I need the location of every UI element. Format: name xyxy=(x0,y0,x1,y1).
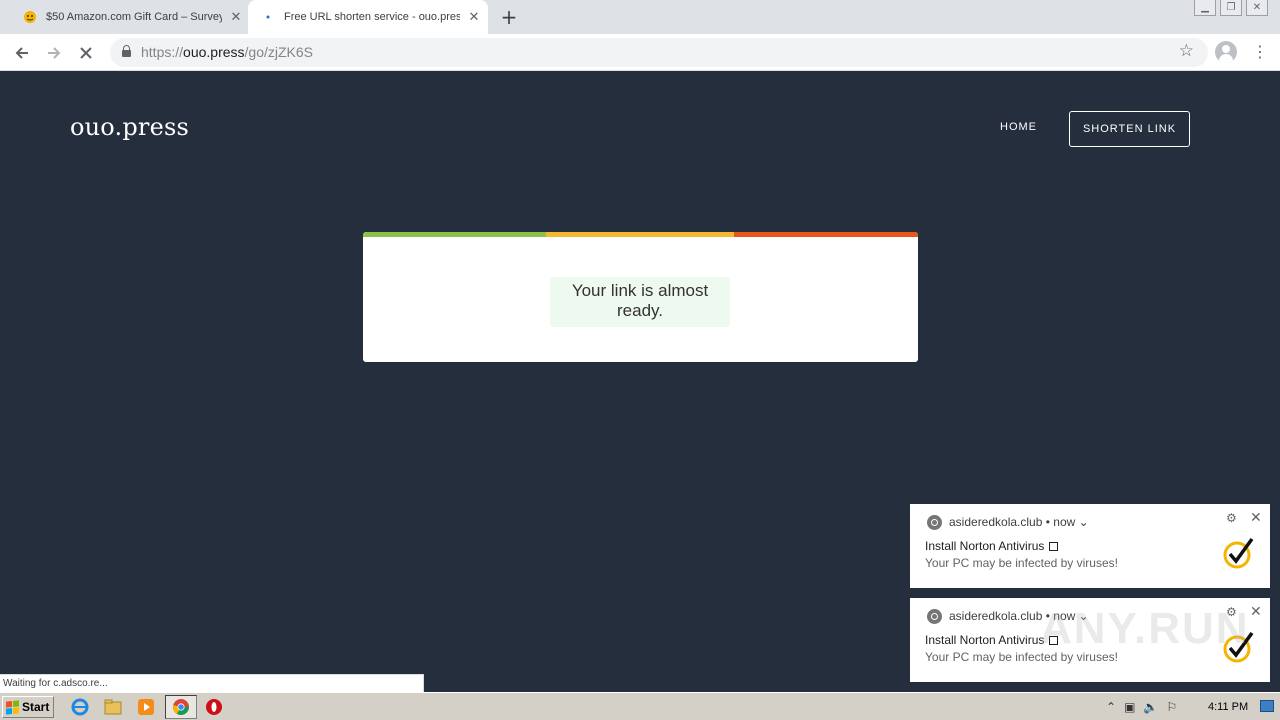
opera-icon[interactable] xyxy=(204,697,224,717)
new-tab-button[interactable]: + xyxy=(498,5,520,29)
show-desktop-icon[interactable] xyxy=(1260,700,1274,712)
tab-amazon-survey[interactable]: $50 Amazon.com Gift Card – Survey ✕ xyxy=(14,0,246,34)
tab-title: Free URL shorten service - ouo.press xyxy=(284,11,460,23)
progress-stripe-yellow xyxy=(546,232,734,237)
network-icon[interactable]: ▣ xyxy=(1124,700,1135,714)
action-center-flag-icon[interactable]: ⚐ xyxy=(1166,700,1177,714)
forward-arrow-icon xyxy=(48,47,61,59)
tab-title: $50 Amazon.com Gift Card – Survey xyxy=(46,11,222,23)
link-ready-message: Your link is almost ready. xyxy=(550,277,730,327)
chrome-icon xyxy=(173,699,189,715)
site-logo[interactable]: ouo.press xyxy=(70,113,189,141)
progress-stripe-green xyxy=(363,232,546,237)
tab-favicon-icon xyxy=(22,9,38,25)
browser-status-bar: Waiting for c.adsco.re... xyxy=(0,674,424,692)
notification-title: Install Norton Antivirus xyxy=(925,539,1059,553)
progress-stripe-orange xyxy=(734,232,918,237)
minimize-button[interactable]: ▁ xyxy=(1194,0,1216,16)
taskbar-clock[interactable]: 4:11 PM xyxy=(1208,701,1248,713)
profile-avatar-icon[interactable] xyxy=(1215,41,1237,63)
browser-toolbar: https://ouo.press/go/zjZK6S ☆ xyxy=(0,34,1280,71)
tab-ouo-press[interactable]: Free URL shorten service - ouo.press ✕ xyxy=(248,0,488,34)
notification-body: Your PC may be infected by viruses! xyxy=(925,556,1118,570)
notification-close-icon[interactable]: ✕ xyxy=(1250,509,1262,526)
notification-settings-gear-icon[interactable]: ⚙ xyxy=(1226,511,1237,525)
window-controls: ▁ ❐ ✕ xyxy=(1194,0,1268,16)
windows-logo-icon xyxy=(6,699,19,715)
volume-icon[interactable]: 🔈 xyxy=(1143,700,1158,714)
tray-expand-icon[interactable]: ⌃ xyxy=(1106,700,1116,714)
notification-title: Install Norton Antivirus xyxy=(925,633,1059,647)
link-status-card: Your link is almost ready. xyxy=(363,232,918,362)
close-window-button[interactable]: ✕ xyxy=(1246,0,1268,16)
shorten-link-button[interactable]: SHORTEN LINK xyxy=(1069,111,1190,147)
forward-button[interactable] xyxy=(42,41,66,65)
restore-button[interactable]: ❐ xyxy=(1220,0,1242,16)
browser-tab-strip: $50 Amazon.com Gift Card – Survey ✕ Free… xyxy=(0,0,1280,34)
windows-taskbar: Start ⌃ ▣ 🔈 ⚐ 4:11 PM xyxy=(0,692,1280,720)
lock-icon[interactable] xyxy=(122,45,131,57)
url-text[interactable]: https://ouo.press/go/zjZK6S xyxy=(141,44,313,60)
browser-menu-icon[interactable]: ⋮ xyxy=(1252,42,1268,62)
chrome-icon xyxy=(927,515,942,530)
notification-popup[interactable]: asideredkola.club • now ⌄ ⚙ ✕ Install No… xyxy=(910,504,1270,588)
file-explorer-icon[interactable] xyxy=(103,697,123,717)
notification-source: asideredkola.club • now ⌄ xyxy=(949,515,1089,529)
stop-x-icon xyxy=(80,47,92,59)
norton-check-icon xyxy=(1223,537,1254,569)
loading-spinner-icon xyxy=(260,9,276,25)
anyrun-watermark: ANY.RUN xyxy=(1040,604,1250,653)
stop-loading-button[interactable] xyxy=(74,41,98,65)
chrome-icon xyxy=(927,609,942,624)
notification-close-icon[interactable]: ✕ xyxy=(1250,603,1262,620)
bookmark-star-icon[interactable]: ☆ xyxy=(1179,41,1194,61)
nav-home-link[interactable]: HOME xyxy=(1000,121,1037,133)
back-button[interactable] xyxy=(10,41,34,65)
media-player-icon[interactable] xyxy=(136,697,156,717)
start-button[interactable]: Start xyxy=(2,696,54,718)
internet-explorer-icon[interactable] xyxy=(70,697,90,717)
chrome-taskbar-button[interactable] xyxy=(165,695,197,719)
start-label: Start xyxy=(22,700,50,714)
address-bar[interactable]: https://ouo.press/go/zjZK6S ☆ xyxy=(110,38,1208,67)
tab-close-icon[interactable]: ✕ xyxy=(228,9,244,25)
back-arrow-icon xyxy=(15,47,28,59)
tab-close-icon[interactable]: ✕ xyxy=(466,9,482,25)
